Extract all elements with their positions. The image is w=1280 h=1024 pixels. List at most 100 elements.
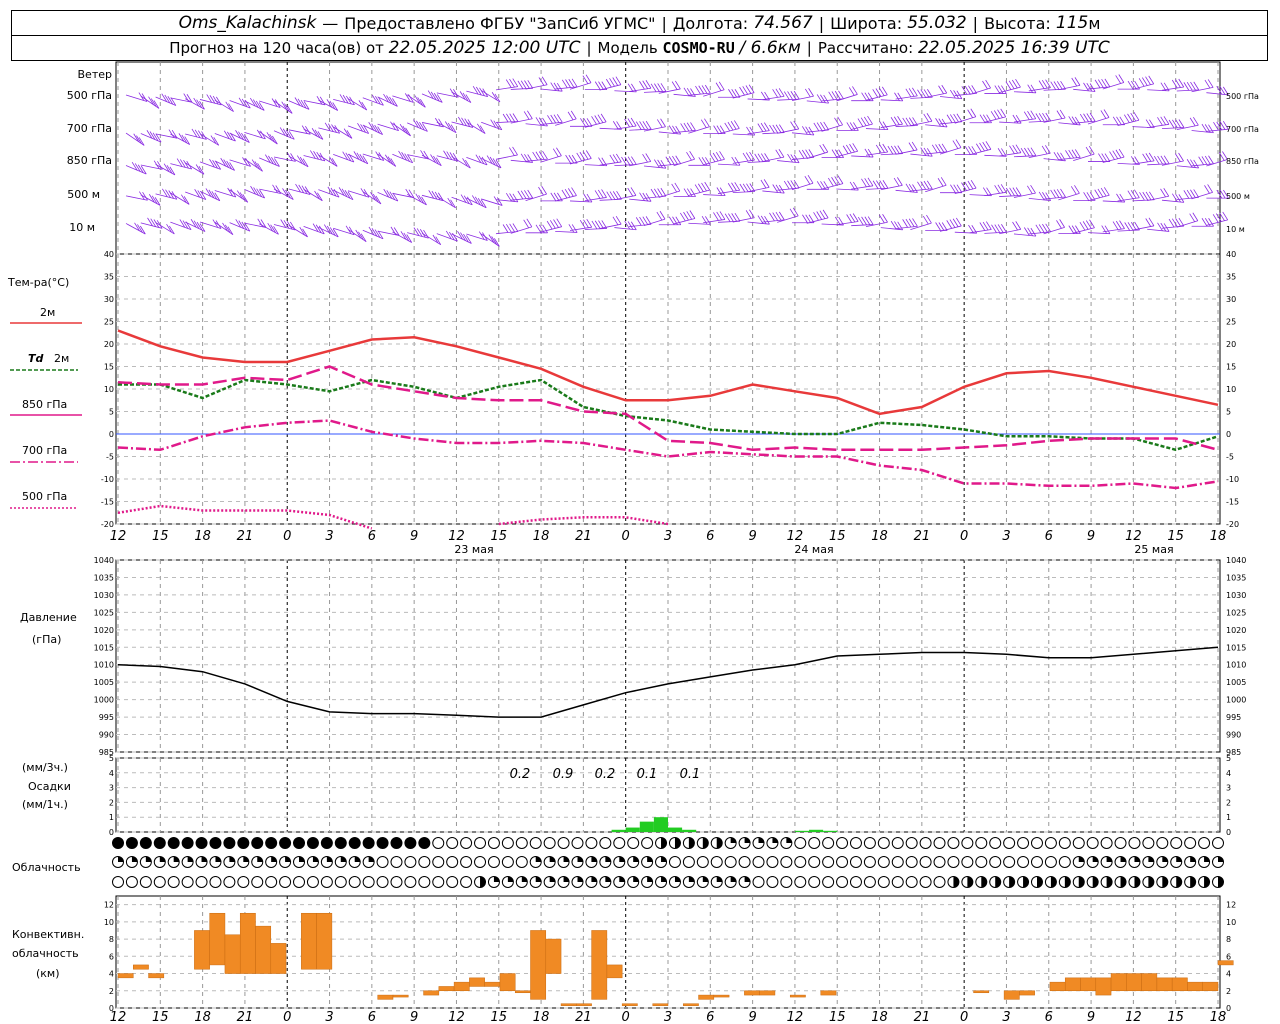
convective-bar [652,1003,669,1006]
cloud-partial-icon [131,856,138,862]
cloud-cover-icon [1058,856,1071,868]
temp-tick-left: 40 [104,250,114,259]
convective-bar [1003,990,1020,1000]
cloud-cover-icon [279,876,292,888]
cloud-cover-icon [863,876,876,888]
temp-tick-left: -20 [101,520,114,529]
cloud-partial-icon [535,856,542,862]
time-tick-label: 12 [448,1010,465,1024]
cloud-cover-icon [474,856,487,868]
time-tick-label: 0 [960,1010,968,1024]
cloud-cover-icon [933,837,946,849]
temp-tick-right: 20 [1226,340,1236,349]
cloud-partial-icon [159,856,166,862]
cloud-cover-icon [989,856,1002,868]
cloud-partial-icon [1218,856,1224,862]
cloud-partial-icon [674,837,681,849]
pressure-tick-left: 995 [99,713,114,722]
cloud-partial-icon [215,856,221,862]
cloud-cover-icon [724,856,737,868]
cloud-cover-icon [766,876,779,888]
cloud-cover-icon [905,837,918,849]
cloud-cover-icon [112,876,124,888]
conv-tick-right: 2 [1226,987,1231,996]
cloud-cover-icon [975,837,988,849]
cloud-cover-icon [752,876,765,888]
time-tick-label: 15 [829,1010,846,1024]
convective-bar [438,986,455,992]
wind-barb-shaft [451,196,473,206]
cloud-cover-icon [822,856,835,868]
cloud-cover-icon [237,837,250,849]
conv-tick-left: 8 [109,935,114,944]
cloud-cover-icon [293,837,306,849]
cloud-partial-icon [744,837,751,843]
cloud-cover-icon [501,837,514,849]
cloud-cover-icon [515,856,528,868]
convective-bar [744,990,760,996]
cloud-cover-icon [432,876,445,888]
cloud-cover-icon [780,876,793,888]
precip-bar [809,829,824,832]
cloud-cover-icon [460,856,473,868]
pressure-tick-left: 1035 [94,573,114,582]
cloud-cover-icon [794,856,807,868]
time-tick-label: 6 [368,529,376,544]
convective-bar [1049,981,1066,992]
pressure-tick-left: 1030 [94,591,114,600]
cloud-cover-icon [613,837,626,849]
wind-level-500m: 500 м [67,188,100,201]
precip-bar [639,821,654,832]
cloud-cover-icon [1184,837,1197,849]
cloud-partial-icon [633,876,639,882]
day-label-3: 25 мая [1134,543,1173,556]
convective-bar [1110,973,1127,992]
cloud-partial-icon [786,837,792,843]
cloud-cover-icon [515,837,528,849]
cloud-partial-icon [716,876,723,882]
td-label: Td [28,352,44,365]
day-label-2: 24 мая [794,543,833,556]
cloud-cover-icon [446,876,459,888]
convective-bar [820,990,837,996]
cloud-partial-icon [1078,856,1085,862]
wind-level-700hpa: 700 гПа [67,122,112,135]
convective-bar [148,973,165,979]
time-tick-label: 3 [664,529,672,544]
cloud-cover-icon [1114,837,1127,849]
cloud-partial-icon [1092,876,1099,888]
cloud-partial-icon [1134,876,1140,888]
temp-tick-right: 15 [1226,363,1236,372]
t850-label: 850 гПа [22,398,67,411]
convective-bar [270,943,287,974]
time-tick-label: 12 [110,529,127,544]
cloud-cover-icon [696,856,709,868]
cloud-cover-icon [752,856,765,868]
cloud-partial-icon [1190,876,1196,888]
cloud-partial-icon [145,856,152,862]
time-tick-label: 18 [533,1010,550,1024]
cloud-cover-icon [404,837,417,849]
cloud-symbols [112,837,1224,888]
temp-tick-left: -15 [101,498,114,507]
convective-bar [683,1003,699,1006]
precip-tick-left: 4 [109,769,114,778]
cloud-partial-icon [577,876,583,882]
pressure-tick-left: 1010 [94,661,114,670]
cloud-cover-icon [863,856,876,868]
precip-tick-right: 5 [1226,754,1231,763]
conv-tick-left: 2 [109,987,114,996]
cloud-cover-icon [877,856,890,868]
convective-bar [133,964,149,970]
time-tick-label: 21 [237,529,254,544]
time-tick-label: 0 [283,1010,291,1024]
cloud-cover-icon [1156,837,1169,849]
cloud-partial-icon [173,856,180,862]
cloud-partial-icon [674,876,681,882]
cloud-cover-icon [334,876,347,888]
time-tick-label: 21 [237,1010,254,1024]
conv-title-1: Конвективн. [12,928,84,941]
cloud-cover-icon [474,837,487,849]
pressure-tick-left: 1020 [94,626,114,635]
time-tick-label: 15 [152,1010,169,1024]
